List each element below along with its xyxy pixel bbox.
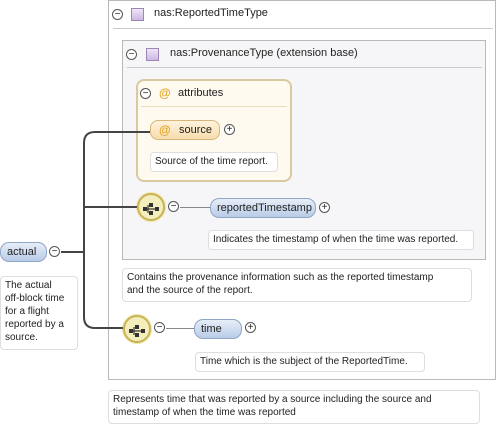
time-doc: Time which is the subject of the Reporte… bbox=[195, 352, 425, 372]
time-element[interactable]: time bbox=[194, 319, 242, 339]
actual-doc-line-3: for a flight bbox=[5, 306, 49, 317]
actual-doc-line-5: source. bbox=[5, 332, 38, 343]
actual-doc-line-4: reported by a bbox=[5, 319, 64, 330]
inner-header-divider bbox=[127, 67, 482, 68]
expand-source-icon[interactable]: + bbox=[224, 124, 235, 135]
source-attribute[interactable]: @ source bbox=[150, 120, 220, 140]
provenance-doc: Contains the provenance information such… bbox=[122, 268, 472, 302]
actual-doc-line-2: off-block time bbox=[5, 293, 65, 304]
actual-doc-line-1: The actual bbox=[5, 280, 52, 291]
expand-time-icon[interactable]: + bbox=[245, 322, 256, 333]
sequence-icon bbox=[129, 325, 145, 337]
attributes-title: attributes bbox=[178, 87, 224, 99]
reported-timestamp-doc: Indicates the timestamp of when the time… bbox=[208, 230, 474, 250]
reported-timestamp-element[interactable]: reportedTimestamp bbox=[210, 198, 316, 218]
actual-doc: The actual off-block time for a flight r… bbox=[0, 276, 78, 350]
collapse-sequence-inner-icon[interactable]: − bbox=[168, 201, 179, 212]
sequence-compositor-outer[interactable] bbox=[123, 315, 151, 343]
collapse-reported-time-type-icon[interactable]: − bbox=[112, 9, 123, 20]
source-doc: Source of the time report. bbox=[150, 152, 278, 172]
sequence-compositor-inner[interactable] bbox=[137, 193, 165, 221]
collapse-sequence-outer-icon[interactable]: − bbox=[154, 322, 165, 333]
complex-type-icon bbox=[131, 8, 144, 21]
sequence-icon bbox=[143, 203, 159, 215]
collapse-attributes-icon[interactable]: − bbox=[140, 88, 151, 99]
reported-time-type-doc-line-1: Represents time that was reported by a s… bbox=[113, 394, 432, 405]
reported-time-type-doc: Represents time that was reported by a s… bbox=[108, 390, 480, 424]
collapse-provenance-type-icon[interactable]: − bbox=[126, 49, 137, 60]
reported-time-type-doc-line-2: timestamp of when the time was reported bbox=[113, 407, 296, 418]
attribute-icon: @ bbox=[159, 86, 171, 100]
outer-header-divider bbox=[113, 28, 493, 29]
provenance-type-name: nas:ProvenanceType (extension base) bbox=[170, 47, 358, 59]
collapse-actual-icon[interactable]: − bbox=[49, 246, 60, 257]
complex-type-icon bbox=[146, 48, 159, 61]
source-attribute-label: source bbox=[179, 124, 213, 136]
connector-seq-to-timestamp bbox=[180, 207, 210, 208]
attributes-divider bbox=[141, 106, 287, 107]
actual-element[interactable]: actual bbox=[0, 242, 47, 262]
expand-reported-timestamp-icon[interactable]: + bbox=[319, 202, 330, 213]
connector-seq-to-time bbox=[166, 328, 194, 329]
reported-time-type-name: nas:ReportedTimeType bbox=[154, 7, 268, 19]
provenance-doc-line-1: Contains the provenance information such… bbox=[127, 272, 434, 283]
attribute-icon: @ bbox=[159, 123, 171, 137]
provenance-doc-line-2: and the source of the report. bbox=[127, 285, 253, 296]
